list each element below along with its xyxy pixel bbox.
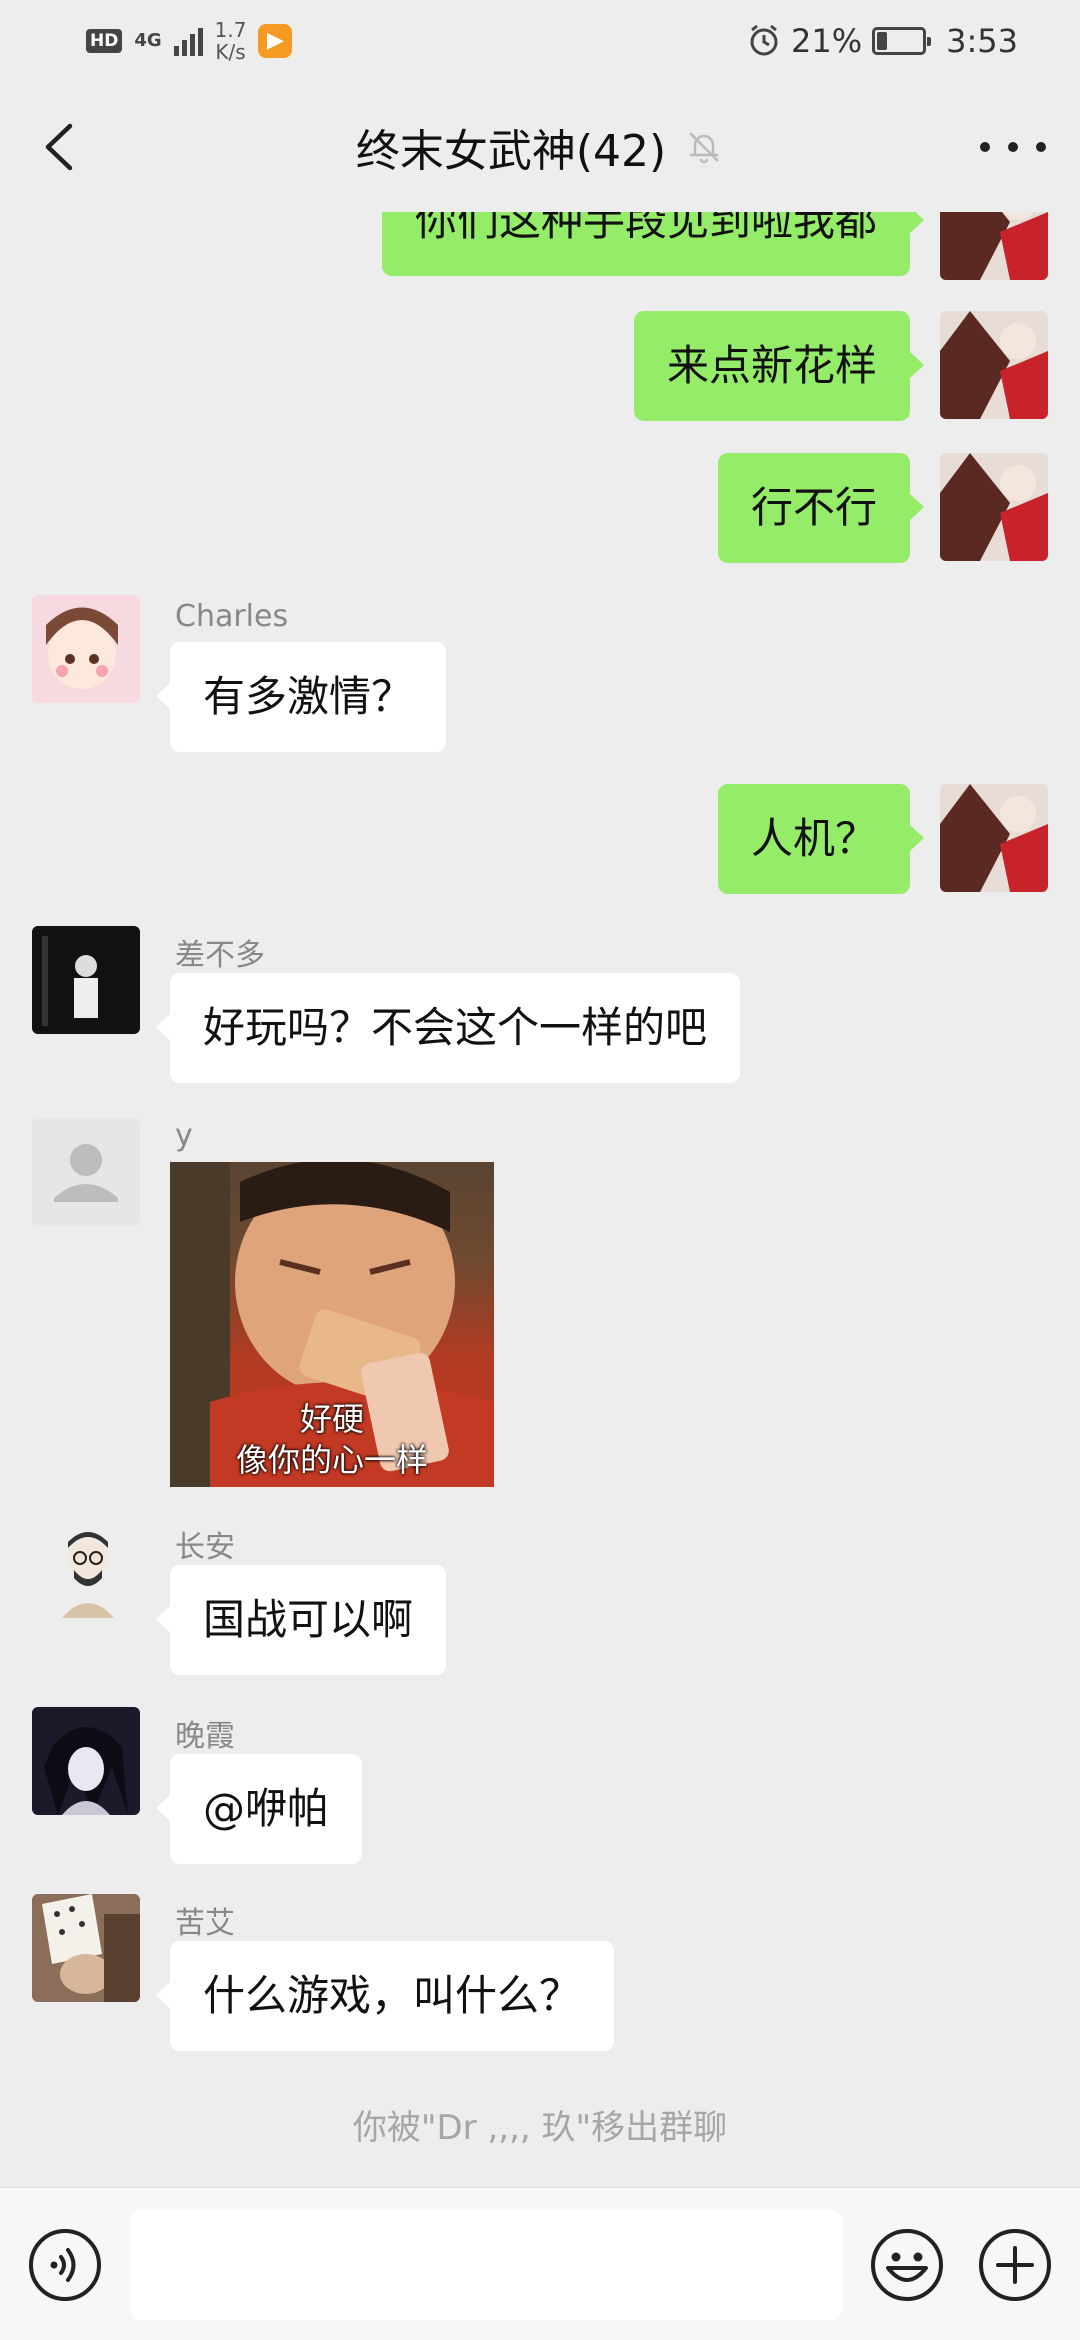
emoji-icon[interactable] bbox=[870, 2228, 944, 2302]
message-bubble[interactable]: 来点新花样 bbox=[633, 311, 925, 421]
network-speed: 1.7 K/s bbox=[215, 19, 247, 63]
my-avatar[interactable] bbox=[940, 212, 1048, 280]
sender-name: y bbox=[175, 1118, 193, 1153]
battery-icon bbox=[872, 27, 932, 55]
signal-icon bbox=[173, 26, 203, 56]
message-text: 行不行 bbox=[750, 483, 877, 532]
contact-avatar[interactable] bbox=[32, 1707, 140, 1815]
chat-header: 终末女武神(42) bbox=[0, 82, 1080, 212]
message-bubble[interactable]: 好玩吗？不会这个一样的吧 bbox=[155, 973, 741, 1083]
sticker-caption: 像你的心一样 bbox=[235, 1441, 428, 1479]
message-input[interactable] bbox=[130, 2210, 842, 2320]
sender-name: 苦艾 bbox=[175, 1906, 235, 1941]
chat-title: 终末女武神(42) bbox=[355, 126, 667, 177]
message-text: 国战可以啊 bbox=[203, 1595, 414, 1644]
default-avatar-icon[interactable] bbox=[32, 1118, 140, 1226]
message-text: 什么游戏，叫什么？ bbox=[203, 1971, 582, 2020]
message-bubble[interactable]: 有多激情？ bbox=[155, 642, 447, 752]
more-icon[interactable] bbox=[980, 130, 1046, 164]
message-bubble[interactable]: @咿帕 bbox=[155, 1754, 363, 1864]
message-text: @咿帕 bbox=[203, 1784, 330, 1833]
title-group: 终末女武神(42) bbox=[356, 115, 724, 179]
sender-name: 晚霞 bbox=[175, 1719, 235, 1754]
alarm-icon bbox=[750, 24, 778, 56]
hd-badge: HD bbox=[86, 29, 123, 53]
message-bubble[interactable]: 你们这种手段见到啦我都 bbox=[381, 212, 925, 276]
sender-name: Charles bbox=[175, 599, 289, 634]
message-list[interactable]: 你们这种手段见到啦我都 来点新花样 行不行 Charles 有多激情？ 人机？ … bbox=[0, 212, 1080, 2187]
status-bar: HD 4G 1.7 K/s ▶ 21% 3:53 bbox=[0, 0, 1080, 82]
my-avatar[interactable] bbox=[940, 311, 1048, 419]
voice-icon[interactable] bbox=[28, 2228, 102, 2302]
message-bubble[interactable]: 行不行 bbox=[717, 453, 925, 563]
network-type: 4G bbox=[134, 30, 162, 51]
sticker-image[interactable]: 好硬 像你的心一样 bbox=[170, 1162, 494, 1487]
message-text: 好玩吗？不会这个一样的吧 bbox=[203, 1003, 708, 1052]
contact-avatar[interactable] bbox=[32, 1518, 140, 1626]
message-text: 来点新花样 bbox=[666, 341, 877, 390]
sender-name: 差不多 bbox=[175, 938, 265, 973]
message-bubble[interactable]: 国战可以啊 bbox=[155, 1565, 447, 1675]
sender-name: 长安 bbox=[175, 1530, 235, 1565]
contact-avatar[interactable] bbox=[32, 595, 140, 703]
status-bar-right: 21% 3:53 bbox=[747, 22, 1018, 60]
mute-bell-icon bbox=[689, 132, 720, 164]
status-bar-left: HD 4G 1.7 K/s ▶ bbox=[86, 19, 293, 63]
my-avatar[interactable] bbox=[940, 784, 1048, 892]
sticker-caption: 好硬 bbox=[299, 1400, 364, 1438]
contact-avatar[interactable] bbox=[32, 1894, 140, 2002]
input-bar bbox=[0, 2187, 1080, 2340]
message-bubble[interactable]: 什么游戏，叫什么？ bbox=[155, 1941, 615, 2051]
message-bubble[interactable]: 人机？ bbox=[717, 784, 925, 894]
speed-unit: K/s bbox=[215, 40, 246, 64]
plus-icon[interactable] bbox=[978, 2228, 1052, 2302]
battery-percent: 21% bbox=[791, 22, 863, 60]
speed-value: 1.7 bbox=[214, 18, 247, 42]
video-app-icon: ▶ bbox=[258, 24, 293, 58]
my-avatar[interactable] bbox=[940, 453, 1048, 561]
contact-avatar[interactable] bbox=[32, 926, 140, 1034]
clock: 3:53 bbox=[946, 22, 1018, 60]
message-text: 人机？ bbox=[750, 814, 877, 863]
back-arrow-icon[interactable] bbox=[36, 120, 86, 174]
system-message: 你被"Dr ,,,, 玖"移出群聊 bbox=[352, 2108, 728, 2148]
message-text: 有多激情？ bbox=[203, 672, 414, 721]
message-text: 你们这种手段见到啦我都 bbox=[414, 212, 877, 245]
